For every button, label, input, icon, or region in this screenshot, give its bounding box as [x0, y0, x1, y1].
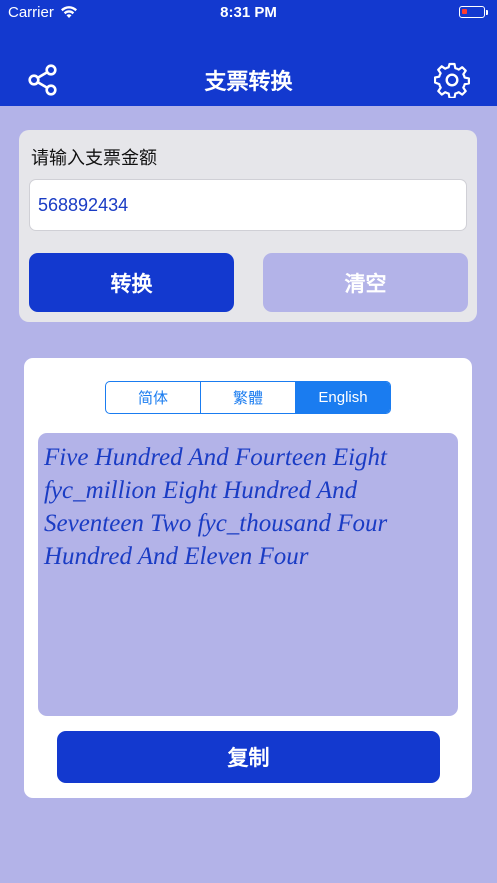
language-segmented-control: 简体 繁體 English	[105, 381, 391, 414]
status-time: 8:31 PM	[220, 4, 277, 21]
result-card: 简体 繁體 English Five Hundred And Fourteen …	[24, 358, 472, 798]
navigation-bar: Carrier 8:31 PM 支票转换	[0, 0, 497, 106]
amount-input-card: 请输入支票金额 转换 清空	[19, 130, 477, 322]
segment-simplified[interactable]: 简体	[106, 382, 201, 413]
battery-level	[462, 9, 467, 14]
battery-cap	[486, 10, 488, 15]
copy-button[interactable]: 复制	[57, 731, 440, 783]
clear-button[interactable]: 清空	[263, 253, 468, 312]
amount-input[interactable]	[29, 179, 467, 231]
gear-icon[interactable]	[434, 62, 470, 98]
status-bar: Carrier 8:31 PM	[0, 0, 497, 26]
segment-english[interactable]: English	[296, 382, 390, 413]
page-title: 支票转换	[204, 70, 293, 95]
battery-icon	[459, 6, 485, 18]
amount-label: 请输入支票金额	[31, 148, 157, 169]
convert-button[interactable]: 转换	[29, 253, 234, 312]
segment-traditional[interactable]: 繁體	[201, 382, 296, 413]
result-text[interactable]: Five Hundred And Fourteen Eight fyc_mill…	[38, 433, 458, 716]
